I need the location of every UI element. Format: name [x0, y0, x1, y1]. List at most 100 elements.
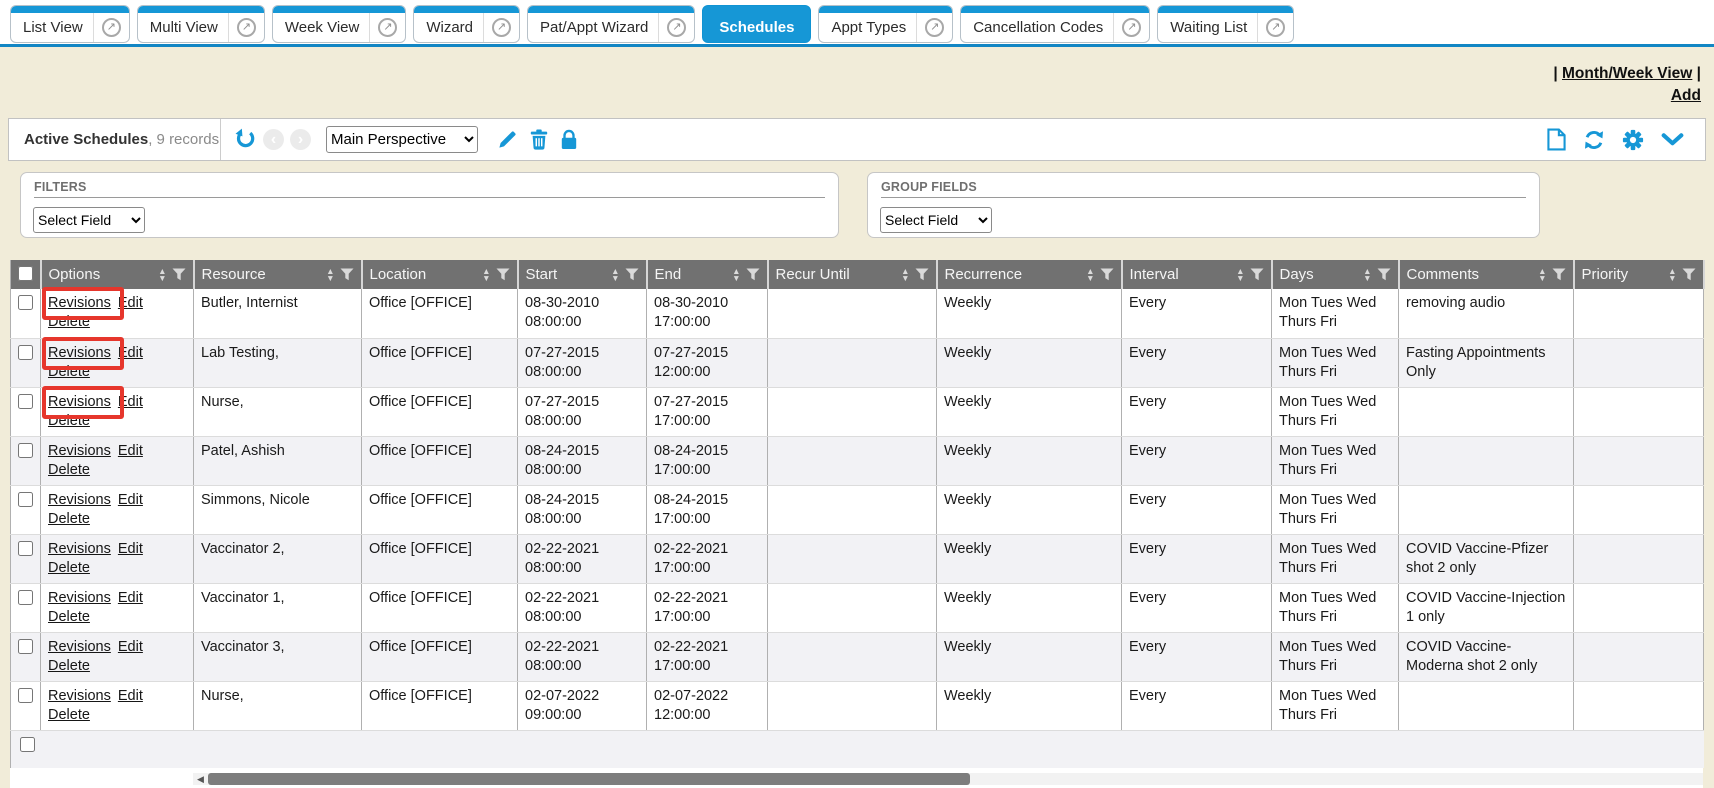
row-checkbox[interactable]: [18, 541, 33, 556]
delete-link[interactable]: Delete: [48, 413, 90, 429]
column-header-recur-until[interactable]: Recur Until▲▼: [768, 260, 937, 289]
delete-link[interactable]: Delete: [48, 658, 90, 674]
new-row-checkbox[interactable]: [20, 737, 35, 752]
row-checkbox[interactable]: [18, 639, 33, 654]
open-in-new-window-icon[interactable]: ↗: [916, 13, 952, 42]
sort-icon[interactable]: ▲▼: [1086, 268, 1094, 282]
filter-icon[interactable]: [1377, 268, 1391, 281]
edit-link[interactable]: Edit: [118, 492, 143, 508]
refresh-icon[interactable]: [1583, 129, 1605, 151]
horizontal-scrollbar[interactable]: ◀: [193, 773, 1703, 785]
column-header-resource[interactable]: Resource▲▼: [194, 260, 362, 289]
filter-icon[interactable]: [625, 268, 639, 281]
sort-icon[interactable]: ▲▼: [732, 268, 740, 282]
sort-icon[interactable]: ▲▼: [326, 268, 334, 282]
pencil-icon[interactable]: [497, 129, 518, 150]
delete-link[interactable]: Delete: [48, 609, 90, 625]
sort-icon[interactable]: ▲▼: [158, 268, 166, 282]
revisions-link[interactable]: Revisions: [48, 688, 111, 704]
column-header-days[interactable]: Days▲▼: [1272, 260, 1399, 289]
next-page-icon[interactable]: ›: [290, 129, 311, 150]
sort-icon[interactable]: ▲▼: [1363, 268, 1371, 282]
collapse-chevron-icon[interactable]: [1661, 133, 1684, 146]
row-checkbox[interactable]: [18, 394, 33, 409]
column-header-interval[interactable]: Interval▲▼: [1122, 260, 1272, 289]
filter-icon[interactable]: [746, 268, 760, 281]
sort-icon[interactable]: ▲▼: [482, 268, 490, 282]
sort-icon[interactable]: ▲▼: [1236, 268, 1244, 282]
revisions-link[interactable]: Revisions: [48, 295, 111, 311]
gear-icon[interactable]: [1622, 129, 1644, 151]
filter-icon[interactable]: [1682, 268, 1696, 281]
column-header-end[interactable]: End▲▼: [647, 260, 768, 289]
revisions-link[interactable]: Revisions: [48, 590, 111, 606]
tab-pat-appt-wizard[interactable]: Pat/Appt Wizard↗: [527, 5, 695, 43]
delete-link[interactable]: Delete: [48, 462, 90, 478]
delete-link[interactable]: Delete: [48, 511, 90, 527]
trash-icon[interactable]: [529, 129, 549, 151]
month-week-view-link[interactable]: Month/Week View: [1562, 65, 1692, 82]
tab-wizard[interactable]: Wizard↗: [413, 5, 520, 43]
lock-icon[interactable]: [560, 129, 578, 150]
revisions-link[interactable]: Revisions: [48, 394, 111, 410]
tab-waiting-list[interactable]: Waiting List↗: [1157, 5, 1294, 43]
add-link[interactable]: Add: [1671, 87, 1701, 104]
sort-icon[interactable]: ▲▼: [611, 268, 619, 282]
perspective-select[interactable]: Main Perspective: [326, 126, 478, 153]
row-checkbox[interactable]: [18, 590, 33, 605]
edit-link[interactable]: Edit: [118, 541, 143, 557]
revisions-link[interactable]: Revisions: [48, 639, 111, 655]
open-in-new-window-icon[interactable]: ↗: [228, 13, 264, 42]
open-in-new-window-icon[interactable]: ↗: [483, 13, 519, 42]
filter-icon[interactable]: [1100, 268, 1114, 281]
revisions-link[interactable]: Revisions: [48, 492, 111, 508]
open-in-new-window-icon[interactable]: ↗: [369, 13, 405, 42]
delete-link[interactable]: Delete: [48, 364, 90, 380]
column-header-recurrence[interactable]: Recurrence▲▼: [937, 260, 1122, 289]
hscrollbar-thumb[interactable]: [208, 773, 970, 785]
row-checkbox[interactable]: [18, 492, 33, 507]
prev-page-icon[interactable]: ‹: [263, 129, 284, 150]
filter-icon[interactable]: [496, 268, 510, 281]
column-header-options[interactable]: Options▲▼: [41, 260, 194, 289]
filter-icon[interactable]: [340, 268, 354, 281]
tab-multi-view[interactable]: Multi View↗: [137, 5, 265, 43]
tab-cancellation-codes[interactable]: Cancellation Codes↗: [960, 5, 1150, 43]
revisions-link[interactable]: Revisions: [48, 345, 111, 361]
edit-link[interactable]: Edit: [118, 688, 143, 704]
restore-icon[interactable]: [234, 128, 257, 151]
column-header-location[interactable]: Location▲▼: [362, 260, 518, 289]
delete-link[interactable]: Delete: [48, 560, 90, 576]
open-in-new-window-icon[interactable]: ↗: [1257, 13, 1293, 42]
group-fields-select[interactable]: Select Field: [880, 207, 992, 233]
open-in-new-window-icon[interactable]: ↗: [93, 13, 129, 42]
sort-icon[interactable]: ▲▼: [1668, 268, 1676, 282]
open-in-new-window-icon[interactable]: ↗: [1113, 13, 1149, 42]
edit-link[interactable]: Edit: [118, 639, 143, 655]
tab-week-view[interactable]: Week View↗: [272, 5, 406, 43]
edit-link[interactable]: Edit: [118, 345, 143, 361]
open-in-new-window-icon[interactable]: ↗: [658, 13, 694, 42]
column-header-priority[interactable]: Priority▲▼: [1574, 260, 1704, 289]
revisions-link[interactable]: Revisions: [48, 443, 111, 459]
column-header-start[interactable]: Start▲▼: [518, 260, 647, 289]
edit-link[interactable]: Edit: [118, 443, 143, 459]
tab-schedules[interactable]: Schedules: [702, 5, 811, 43]
revisions-link[interactable]: Revisions: [48, 541, 111, 557]
delete-link[interactable]: Delete: [48, 314, 90, 330]
edit-link[interactable]: Edit: [118, 394, 143, 410]
edit-link[interactable]: Edit: [118, 295, 143, 311]
row-checkbox[interactable]: [18, 345, 33, 360]
tab-appt-types[interactable]: Appt Types↗: [818, 5, 953, 43]
sort-icon[interactable]: ▲▼: [1538, 268, 1546, 282]
filter-icon[interactable]: [1552, 268, 1566, 281]
row-checkbox[interactable]: [18, 688, 33, 703]
filter-icon[interactable]: [1250, 268, 1264, 281]
filter-icon[interactable]: [172, 268, 186, 281]
row-checkbox[interactable]: [18, 443, 33, 458]
delete-link[interactable]: Delete: [48, 707, 90, 723]
filters-field-select[interactable]: Select Field: [33, 207, 145, 233]
new-document-icon[interactable]: [1547, 128, 1566, 151]
row-checkbox[interactable]: [18, 295, 33, 310]
tab-list-view[interactable]: List View↗: [10, 5, 130, 43]
